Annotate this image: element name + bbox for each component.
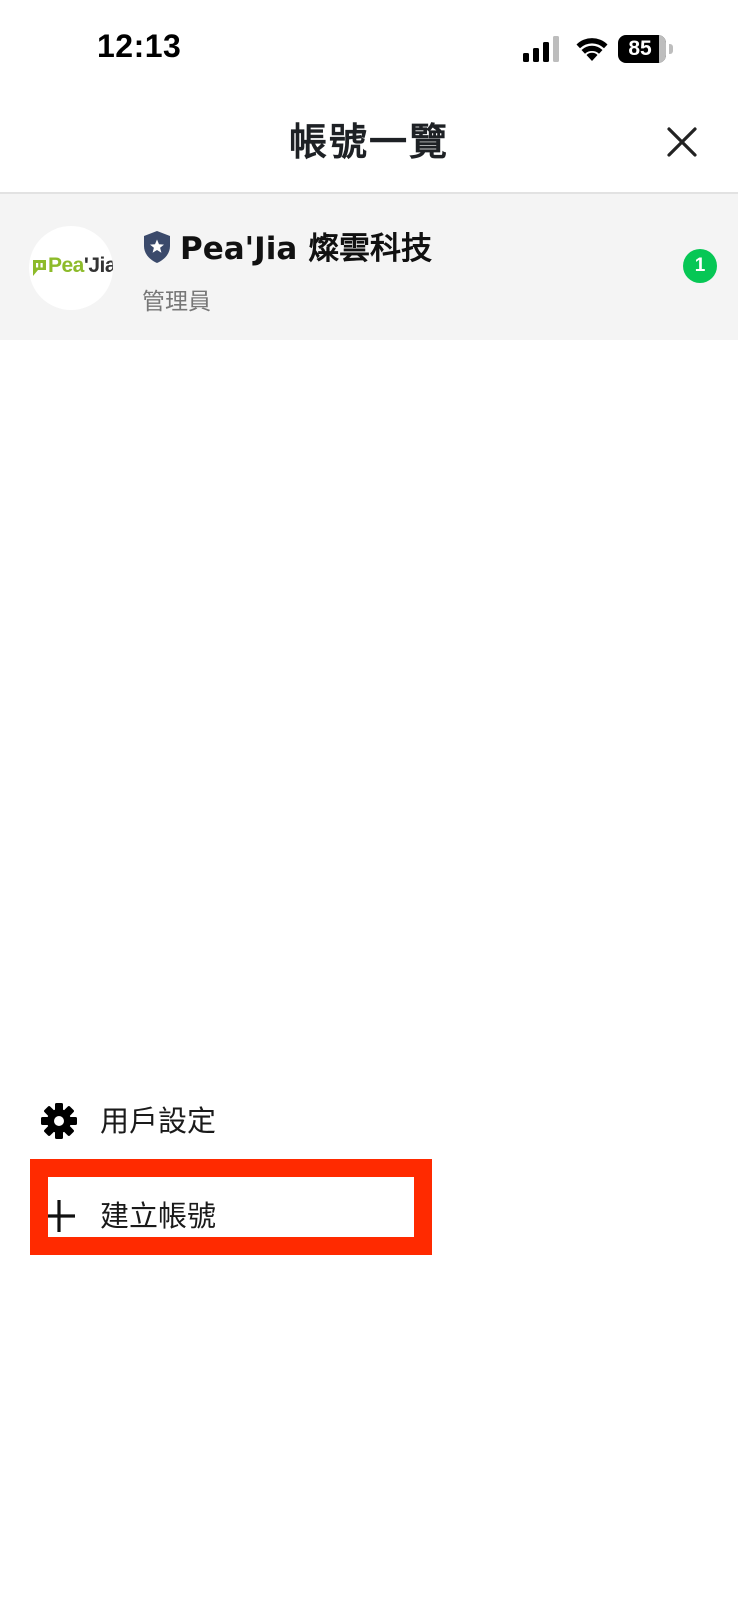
shield-star-icon xyxy=(144,231,170,263)
cellular-signal-icon xyxy=(523,36,559,62)
create-account-button[interactable]: 建立帳號 xyxy=(30,1181,430,1251)
user-settings-label: 用戶設定 xyxy=(100,1104,217,1138)
gear-icon xyxy=(41,1103,77,1139)
notification-badge: 1 xyxy=(683,249,717,283)
wifi-icon xyxy=(576,38,608,61)
account-role: 管理員 xyxy=(142,289,211,315)
page-title: 帳號一覽 xyxy=(288,120,449,164)
status-time: 12:13 xyxy=(97,28,182,64)
user-settings-button[interactable]: 用戶設定 xyxy=(30,1086,430,1156)
account-avatar: Pea'Jia xyxy=(29,226,113,310)
account-name: Pea'Jia 燦雲科技 xyxy=(180,231,433,267)
status-bar: 12:13 85 xyxy=(0,0,738,92)
create-account-label: 建立帳號 xyxy=(100,1199,217,1233)
account-list-screen: 12:13 85 帳號一覽 Pea'Jia Pea'Jia 燦雲科技 管理員 1… xyxy=(0,0,738,1600)
battery-cap xyxy=(669,44,673,54)
account-list-item[interactable]: Pea'Jia Pea'Jia 燦雲科技 管理員 1 xyxy=(0,194,738,340)
battery-body: 85 xyxy=(618,35,666,63)
plus-icon xyxy=(43,1200,75,1232)
logo-text: Pea'Jia xyxy=(48,254,113,277)
battery-level: 85 xyxy=(628,37,652,60)
close-icon[interactable] xyxy=(664,124,700,160)
logo-mark-icon xyxy=(33,260,46,276)
battery-icon: 85 xyxy=(618,35,674,63)
header: 帳號一覽 xyxy=(0,92,738,194)
